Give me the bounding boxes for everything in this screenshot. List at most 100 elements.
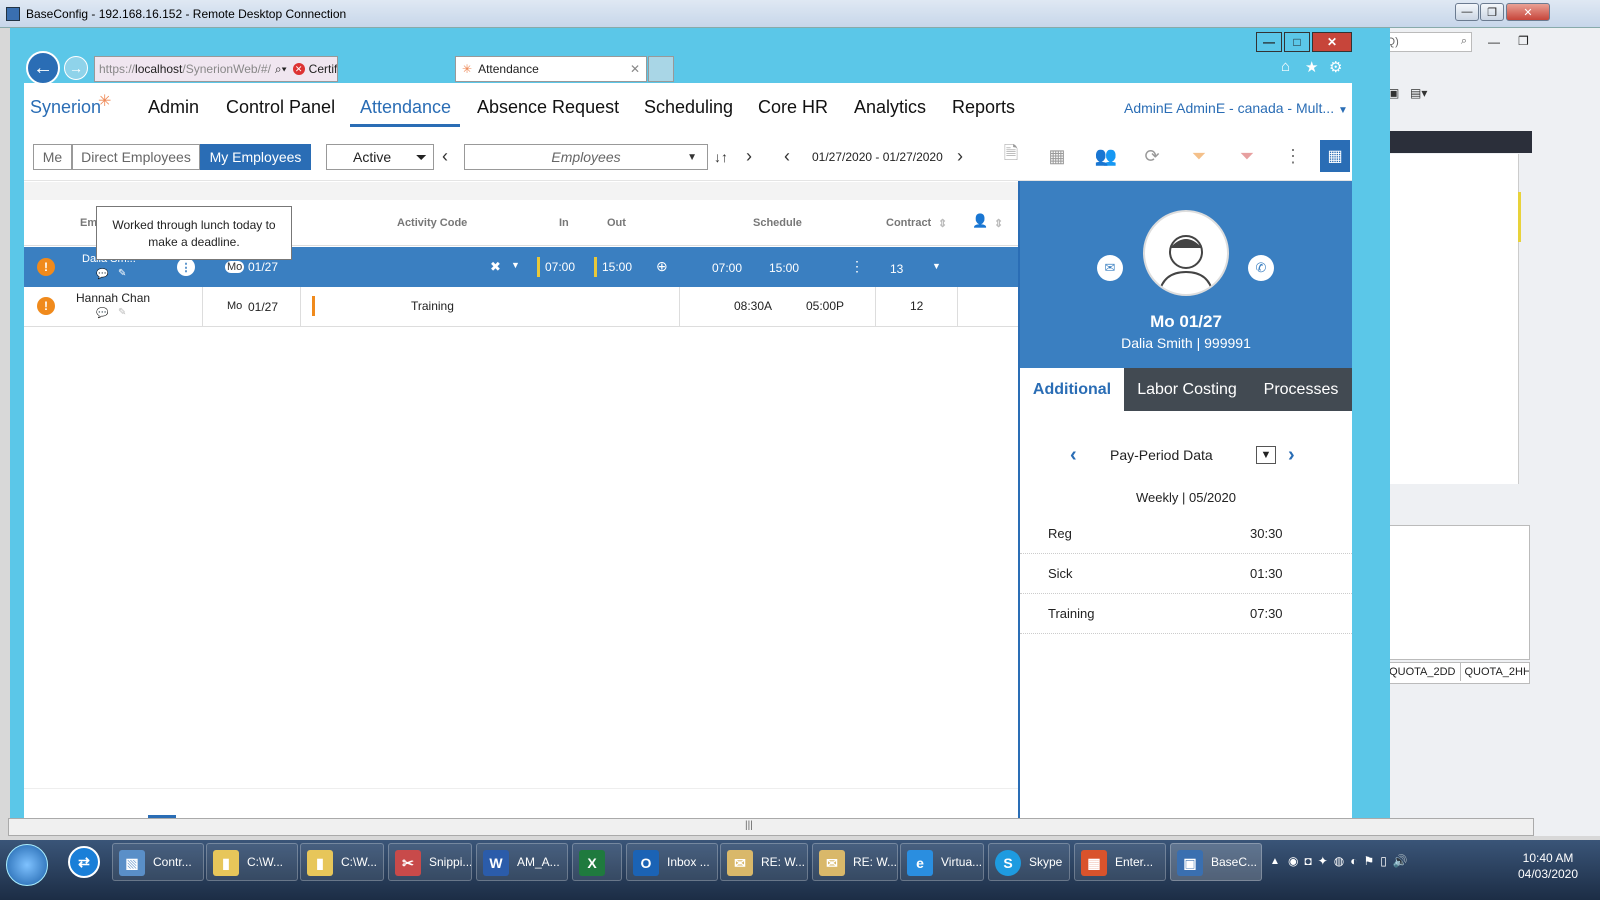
- header-out[interactable]: Out: [607, 217, 626, 229]
- alert-icon[interactable]: !: [37, 297, 55, 315]
- employee-name[interactable]: Hannah Chan: [76, 291, 150, 305]
- tab-processes[interactable]: Processes: [1250, 368, 1352, 411]
- punch-out[interactable]: 15:00: [602, 260, 632, 274]
- chevron-down-icon[interactable]: ▼: [511, 260, 520, 270]
- search-icon[interactable]: ⌕▾: [275, 62, 287, 77]
- scroll-grip-icon[interactable]: |||: [745, 820, 753, 831]
- filter-icon[interactable]: ⏷: [1188, 145, 1210, 167]
- settings-gear-icon[interactable]: ⚙: [1329, 58, 1342, 76]
- taskbar-excel[interactable]: X: [572, 843, 622, 881]
- activity-code[interactable]: Training: [411, 299, 454, 313]
- table-row[interactable]: ! Hannah Chan 💬 ✎ Mo 01/27 Training 08:3…: [24, 287, 1018, 327]
- layout-icon[interactable]: ▤▾: [1410, 86, 1427, 100]
- edit-pencil-icon[interactable]: ✎: [118, 307, 126, 318]
- nav-core-hr[interactable]: Core HR: [758, 97, 828, 118]
- export-excel-icon[interactable]: 🗎: [1000, 143, 1022, 167]
- person-icon[interactable]: 👤: [972, 213, 988, 229]
- contract-value[interactable]: 13: [890, 262, 903, 276]
- calculator-icon[interactable]: ▦: [1046, 145, 1068, 167]
- forward-arrow-icon[interactable]: →: [64, 56, 88, 80]
- clear-filter-icon[interactable]: ⏷: [1236, 145, 1258, 167]
- contract-value[interactable]: 12: [910, 299, 923, 313]
- comment-icon[interactable]: 💬: [96, 269, 108, 280]
- nav-attendance[interactable]: Attendance: [360, 97, 451, 118]
- browser-close-button[interactable]: ✕: [1312, 32, 1352, 52]
- back-arrow-icon[interactable]: ←: [26, 51, 60, 85]
- email-icon[interactable]: ✉: [1097, 255, 1123, 281]
- home-icon[interactable]: ⌂: [1281, 58, 1290, 75]
- favorites-star-icon[interactable]: ★: [1305, 58, 1318, 76]
- taskbar-ie[interactable]: e Virtua...: [900, 843, 984, 881]
- teamviewer-icon[interactable]: ⇄: [68, 846, 100, 878]
- rdp-maximize-button[interactable]: ❐: [1480, 3, 1504, 21]
- header-employee[interactable]: Em: [80, 217, 97, 229]
- taskbar-outlook[interactable]: O Inbox ...: [626, 843, 718, 881]
- nav-control-panel[interactable]: Control Panel: [226, 97, 335, 118]
- header-activity-code[interactable]: Activity Code: [397, 217, 467, 229]
- clear-x-icon[interactable]: ✖: [490, 259, 501, 275]
- taskbar-skype[interactable]: S Skype: [988, 843, 1070, 881]
- taskbar-explorer-1[interactable]: ▮ C:\W...: [206, 843, 298, 881]
- side-min-icon[interactable]: —: [1488, 35, 1500, 49]
- tab-additional[interactable]: Additional: [1020, 368, 1124, 411]
- comment-icon[interactable]: 💬: [96, 308, 108, 319]
- side-col-quota-2dd[interactable]: QUOTA_2DD: [1385, 663, 1461, 681]
- browser-tab-attendance[interactable]: ✳ Attendance ✕: [455, 56, 647, 82]
- employees-group-icon[interactable]: 👥: [1092, 145, 1120, 167]
- certificate-error[interactable]: ✕Certificate er...: [292, 62, 337, 76]
- refresh-icon[interactable]: ⟳: [1141, 145, 1163, 167]
- user-menu[interactable]: AdminE AdminE - canada - Mult... ▼: [1124, 100, 1348, 116]
- taskbar-control-panel[interactable]: ▧ Contr...: [112, 843, 204, 881]
- taskbar-mail-1[interactable]: ✉ RE: W...: [720, 843, 808, 881]
- segment-direct-employees[interactable]: Direct Employees: [72, 144, 200, 170]
- horizontal-scrollbar[interactable]: |||: [8, 818, 1534, 836]
- close-tab-icon[interactable]: ✕: [630, 62, 640, 76]
- prev-chevron-icon[interactable]: ‹: [1070, 444, 1077, 467]
- rdp-close-button[interactable]: ✕: [1506, 3, 1550, 21]
- nav-scheduling[interactable]: Scheduling: [644, 97, 733, 118]
- start-button[interactable]: [6, 844, 48, 886]
- taskbar-mail-2[interactable]: ✉ RE: W...: [812, 843, 898, 881]
- tab-labor-costing[interactable]: Labor Costing: [1124, 368, 1250, 411]
- taskbar-clock[interactable]: 10:40 AM 04/03/2020: [1500, 850, 1596, 882]
- synerion-logo[interactable]: Synerion ✳: [30, 93, 111, 118]
- add-punch-icon[interactable]: ⊕: [656, 258, 668, 275]
- status-filter[interactable]: Active ⏷: [326, 144, 434, 170]
- nav-admin[interactable]: Admin: [148, 97, 199, 118]
- segment-me[interactable]: Me: [33, 144, 72, 170]
- segment-my-employees[interactable]: My Employees: [200, 144, 311, 170]
- date-prev-chevron-icon[interactable]: ‹: [784, 146, 790, 167]
- date-next-chevron-icon[interactable]: ›: [957, 146, 963, 167]
- nav-reports[interactable]: Reports: [952, 97, 1015, 118]
- sort-icon[interactable]: ↓↑: [714, 149, 728, 165]
- header-in[interactable]: In: [559, 217, 569, 229]
- system-tray-icons[interactable]: ◉◘✦◍◐⚑▯🔊: [1288, 854, 1414, 868]
- header-schedule[interactable]: Schedule: [753, 217, 802, 229]
- rdp-minimize-button[interactable]: —: [1455, 3, 1479, 21]
- section-dropdown[interactable]: ▼: [1256, 446, 1276, 464]
- next-chevron-icon[interactable]: ›: [1288, 444, 1295, 467]
- address-bar[interactable]: https://localhost/SynerionWeb/#/ ⌕▾ ✕ Cer…: [94, 56, 338, 82]
- taskbar-explorer-2[interactable]: ▮ C:\W...: [300, 843, 384, 881]
- nav-absence-request[interactable]: Absence Request: [477, 97, 619, 118]
- taskbar-enterprise[interactable]: ▦ Enter...: [1074, 843, 1166, 881]
- header-contract[interactable]: Contract: [886, 217, 931, 229]
- more-vertical-icon[interactable]: ⋮: [850, 258, 864, 275]
- tray-expand-icon[interactable]: ▲: [1270, 856, 1280, 867]
- alert-icon[interactable]: !: [37, 258, 55, 276]
- prev-chevron-icon[interactable]: ‹: [442, 146, 448, 167]
- grid-view-button[interactable]: ▦: [1320, 140, 1350, 172]
- browser-minimize-button[interactable]: —: [1256, 32, 1282, 52]
- employees-select[interactable]: Employees ▼: [464, 144, 708, 170]
- more-vertical-icon[interactable]: ⋮: [1282, 145, 1304, 167]
- new-tab-button[interactable]: [648, 56, 674, 82]
- side-restore-icon[interactable]: ❐: [1518, 34, 1529, 48]
- taskbar-baseconfig[interactable]: ▣ BaseC...: [1170, 843, 1262, 881]
- info-icon[interactable]: ⋮: [177, 258, 195, 276]
- taskbar-snipping[interactable]: ✂ Snippi...: [388, 843, 472, 881]
- chevron-down-icon[interactable]: ▼: [932, 261, 941, 271]
- taskbar-word[interactable]: W AM_A...: [476, 843, 568, 881]
- grid-pagination[interactable]: [24, 788, 1018, 818]
- nav-analytics[interactable]: Analytics: [854, 97, 926, 118]
- punch-in[interactable]: 07:00: [545, 260, 575, 274]
